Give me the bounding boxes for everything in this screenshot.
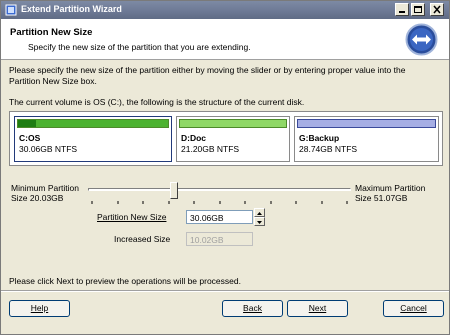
instructions: Please specify the new size of the parti… [9,65,443,87]
wizard-header: Partition New Size Specify the new size … [1,19,449,60]
maximize-icon [414,6,422,13]
partition-g-backup[interactable]: G:Backup 28.74GB NTFS [294,116,439,162]
footer-separator [1,290,449,292]
maximize-button[interactable] [411,3,425,16]
partition-usage-bar [179,119,287,128]
minimum-size-label: Minimum Partition Size 20.03GB [11,183,79,203]
cancel-button[interactable]: Cancel [383,300,444,317]
new-size-label: Partition New Size [97,212,167,222]
window-title: Extend Partition Wizard [21,4,122,14]
cancel-button-label: Cancel [400,303,427,313]
spin-down-button[interactable] [254,217,265,226]
disk-structure-caption: The current volume is OS (C:), the follo… [9,97,305,107]
slider-ticks [91,201,348,204]
partition-c-os[interactable]: C:OS 30.06GB NTFS [14,116,172,162]
arrow-down-icon [257,221,262,224]
close-icon [433,5,441,14]
maximum-size-label-line-1: Maximum Partition [355,183,426,193]
partition-usage-bar [297,119,436,128]
title-bar[interactable]: Extend Partition Wizard [1,1,449,19]
footer-note: Please click Next to preview the operati… [9,276,241,286]
back-button[interactable]: Back [222,300,283,317]
partition-name: D:Doc [181,133,207,143]
disk-map: C:OS 30.06GB NTFS D:Doc 21.20GB NTFS G:B… [9,111,443,166]
increased-size-label: Increased Size [114,234,171,244]
minimize-button[interactable] [395,3,409,16]
partition-info: 30.06GB NTFS [19,144,78,154]
increased-size-field: 10.02GB [186,232,253,246]
back-button-label: Back [243,303,262,313]
next-button[interactable]: Next [287,300,348,317]
close-button[interactable] [430,3,444,16]
maximum-size-label: Maximum Partition Size 51.07GB [355,183,425,203]
app-icon [5,4,17,16]
partition-info: 21.20GB NTFS [181,144,240,154]
arrow-up-icon [257,212,262,215]
next-button-label: Next [308,303,327,313]
partition-d-doc[interactable]: D:Doc 21.20GB NTFS [176,116,290,162]
minimum-size-label-line-1: Minimum Partition [11,183,80,193]
instructions-line-2: Partition New Size box. [9,76,97,86]
new-size-input[interactable]: 30.06GB [186,210,253,224]
partition-usage-bar [17,119,169,128]
size-slider-track[interactable] [88,188,351,191]
help-button[interactable]: Help [9,300,70,317]
minimum-size-label-line-2: Size 20.03GB [11,193,64,203]
new-size-spinner[interactable] [254,208,265,226]
partition-name: C:OS [19,133,41,143]
instructions-line-1: Please specify the new size of the parti… [9,65,406,75]
extend-arrows-icon [405,23,438,56]
spin-up-button[interactable] [254,208,265,217]
minimize-icon [399,11,405,13]
help-button-label: Help [30,303,49,313]
partition-name: G:Backup [299,133,340,143]
extend-partition-wizard-window: Extend Partition Wizard Partition New Si… [0,0,450,335]
page-subtitle: Specify the new size of the partition th… [28,42,251,52]
partition-info: 28.74GB NTFS [299,144,358,154]
size-slider-thumb[interactable] [170,182,178,199]
maximum-size-label-line-2: Size 51.07GB [355,193,408,203]
page-title: Partition New Size [10,27,93,38]
